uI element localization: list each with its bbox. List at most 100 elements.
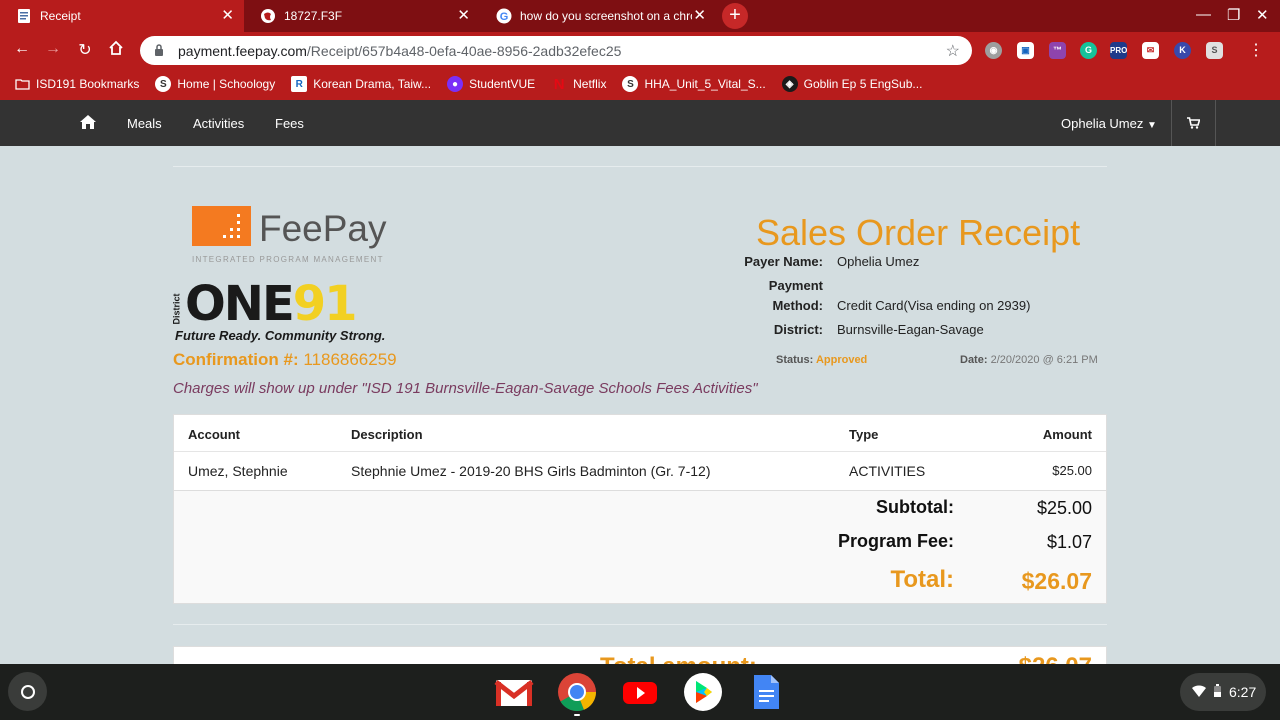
nav-meals[interactable]: Meals [127,116,162,131]
bookmark-star-icon[interactable]: ☆ [946,41,960,61]
site-nav: Meals Activities Fees Ophelia Umez ▼ [0,100,1280,146]
nav-activities[interactable]: Activities [193,116,244,131]
district-one91-logo: District ONE91 Future Ready. Community S… [172,276,413,346]
district-value: Burnsville-Eagan-Savage [837,322,984,337]
youtube-icon[interactable] [620,672,660,712]
clock: 6:27 [1229,684,1257,700]
user-name: Ophelia Umez [1061,116,1144,131]
payment-label: Payment [768,278,823,293]
address-bar[interactable]: payment.feepay.com/Receipt/657b4a48-0efa… [140,36,972,65]
extension-tm-icon[interactable]: ™ [1049,42,1066,59]
bookmark-label: Netflix [573,77,607,91]
studentvue-icon: ● [447,76,464,92]
tab-title: 18727.F3F [284,9,343,23]
one91-suffix: 91 [292,276,358,332]
svg-text:G: G [500,11,509,23]
browser-toolbar: ← → ↻ payment.feepay.com/Receipt/657b4a4… [0,32,1280,68]
home-icon[interactable] [106,40,126,61]
home-icon[interactable] [79,114,97,132]
extension-k-icon[interactable]: K [1174,42,1191,59]
launcher-button[interactable] [8,672,47,711]
method-label: Method: [772,298,823,313]
play-store-icon[interactable] [683,672,723,712]
header-amount: Amount [1042,427,1092,442]
tab-receipt[interactable]: Receipt ✕ [0,0,244,32]
url-host: payment.feepay.com [178,42,307,59]
divider [173,166,1107,167]
reload-icon[interactable]: ↻ [75,40,95,60]
divider [173,624,1107,625]
user-menu[interactable]: Ophelia Umez ▼ [1061,116,1157,131]
bookmark-netflix[interactable]: N Netflix [551,75,607,93]
bookmark-studentvue[interactable]: ● StudentVUE [447,76,535,92]
bookmark-goblin[interactable]: ◈ Goblin Ep 5 EngSub... [781,76,922,92]
bookmark-label: ISD191 Bookmarks [36,77,140,91]
schoology-icon: S [155,76,172,92]
table-row: Umez, Stephnie Stephnie Umez - 2019-20 B… [174,452,1106,491]
battery-icon [1214,684,1221,700]
schoology-icon: S [622,76,639,92]
payment-method-value: Credit Card(Visa ending on 2939) [837,298,1031,313]
status-tray[interactable]: 6:27 [1180,673,1266,711]
extension-s-icon[interactable]: S [1206,42,1223,59]
tab-title: how do you screenshot on a chro [520,9,692,23]
new-tab-button[interactable]: + [722,3,748,29]
minimize-icon[interactable]: — [1196,6,1211,23]
launcher-icon [20,684,35,699]
close-icon[interactable]: ✕ [693,8,706,24]
status-field: Status: Approved [776,354,867,366]
bookmark-label: Korean Drama, Taiw... [313,77,432,91]
program-fee-label: Program Fee: [837,531,954,551]
lock-icon [154,43,168,58]
back-icon[interactable]: ← [12,40,32,58]
bookmark-korean-drama[interactable]: R Korean Drama, Taiw... [291,76,431,92]
one91-tagline: Future Ready. Community Strong. [175,328,386,343]
rakuten-icon: R [291,76,308,92]
close-window-icon[interactable]: ✕ [1256,6,1269,24]
tab-18727[interactable]: 18727.F3F ✕ [244,0,480,32]
bookmark-schoology[interactable]: S Home | Schoology [155,76,275,92]
one91-wordmark: ONE91 [185,276,358,332]
header-account: Account [188,427,240,442]
gmail-icon[interactable] [494,672,534,712]
program-fee-value: $1.07 [1046,532,1092,552]
status-badge: Approved [815,354,868,366]
extension-pro-icon[interactable]: PRO [1110,42,1127,59]
nav-fees[interactable]: Fees [275,116,304,131]
close-icon[interactable]: ✕ [457,8,470,24]
bookmark-hha[interactable]: S HHA_Unit_5_Vital_S... [622,76,766,92]
tab-google-search[interactable]: G how do you screenshot on a chro ✕ [480,0,716,32]
google-icon: G [496,8,512,24]
district-label: District: [773,322,823,337]
payer-name-label: Payer Name: [744,254,823,269]
google-docs-icon[interactable] [746,672,786,712]
confirmation-label: Confirmation #: [173,350,299,369]
caret-down-icon: ▼ [1147,120,1157,131]
bookmarks-bar: ISD191 Bookmarks S Home | Schoology R Ko… [0,68,1280,100]
forward-icon[interactable]: → [43,40,63,58]
document-icon [16,8,32,24]
chrome-icon[interactable] [557,672,597,716]
bookmark-label: StudentVUE [469,77,536,91]
restore-icon[interactable]: ❐ [1227,6,1240,24]
netflix-icon: N [553,75,565,93]
extension-gmail-icon[interactable]: ✉ [1142,42,1159,59]
globe-icon [260,8,276,24]
date-label: Date: [960,354,988,366]
extension-search-icon[interactable]: ◉ [985,42,1002,59]
folder-icon [14,76,30,92]
total-label: Total: [890,566,954,593]
bookmark-isd191[interactable]: ISD191 Bookmarks [14,76,139,92]
close-icon[interactable]: ✕ [221,8,234,24]
feepay-wordmark: FeePay [259,208,387,249]
wifi-icon [1192,684,1206,700]
payer-name-value: Ophelia Umez [837,254,920,269]
feepay-tagline: INTEGRATED PROGRAM MANAGEMENT [192,255,384,264]
url-path: /Receipt/657b4a48-0efa-40ae-8956-2adb32e… [306,42,622,59]
cart-icon[interactable] [1171,100,1216,146]
extension-grammarly-icon[interactable]: G [1080,42,1097,59]
one91-prefix: ONE [185,276,295,332]
subtotal-value: $25.00 [1036,498,1092,518]
kebab-menu-icon[interactable]: ⋮ [1248,40,1264,60]
extension-screenshot-icon[interactable]: ▣ [1017,42,1034,59]
